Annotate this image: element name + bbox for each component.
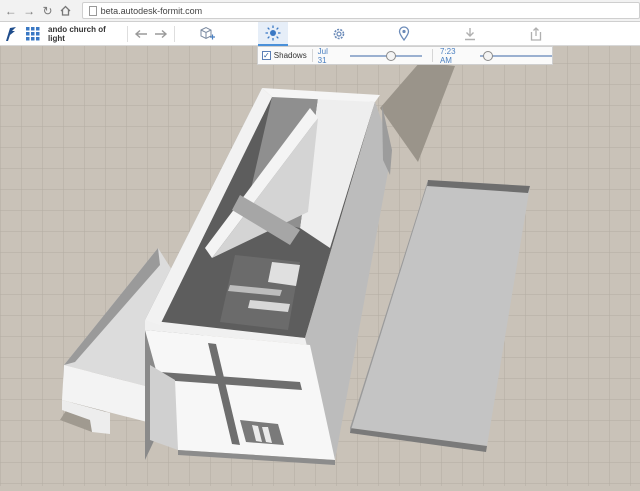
- time-value: 7:23 AM: [439, 46, 456, 65]
- app-toolbar: ando church of light: [0, 21, 640, 46]
- gear-icon[interactable]: [324, 22, 354, 46]
- reload-icon[interactable]: ↻: [40, 3, 55, 19]
- grid-menu-icon[interactable]: [22, 22, 44, 46]
- redo-arrow-icon[interactable]: [151, 22, 171, 46]
- url-text: beta.autodesk-formit.com: [100, 5, 203, 16]
- time-slider[interactable]: [480, 50, 553, 61]
- formit-logo-icon[interactable]: [0, 22, 22, 46]
- toolbar-divider: [174, 25, 175, 42]
- shadows-checkbox[interactable]: ✓: [262, 51, 271, 60]
- panel-divider: [431, 49, 433, 62]
- project-title: ando church of light: [48, 24, 106, 43]
- add-3d-object-icon[interactable]: [178, 22, 236, 46]
- toolbar-divider: [127, 25, 128, 42]
- back-arrow-icon[interactable]: ←: [3, 3, 18, 19]
- map-pin-icon[interactable]: [389, 22, 419, 46]
- date-slider[interactable]: [350, 50, 422, 61]
- address-bar[interactable]: beta.autodesk-formit.com: [81, 2, 640, 19]
- date-value: Jul 31: [317, 46, 328, 65]
- model-canvas[interactable]: [0, 46, 640, 486]
- 3d-viewport[interactable]: [0, 46, 640, 486]
- forward-arrow-icon[interactable]: →: [21, 3, 36, 19]
- shadows-label: Shadows: [273, 51, 307, 60]
- page-icon: [88, 5, 97, 16]
- share-icon[interactable]: [521, 22, 551, 46]
- undo-arrow-icon[interactable]: [131, 22, 151, 46]
- date-slider-thumb[interactable]: [386, 50, 397, 61]
- panel-divider: [311, 49, 313, 62]
- shadows-panel: ✓ Shadows Jul 31 7:23 AM: [257, 46, 553, 65]
- time-slider-thumb[interactable]: [482, 50, 493, 61]
- sun-icon[interactable]: [258, 21, 288, 46]
- browser-bar: ← → ↻ beta.autodesk-formit.com: [0, 0, 640, 22]
- download-icon[interactable]: [455, 22, 485, 46]
- home-icon[interactable]: [58, 3, 73, 19]
